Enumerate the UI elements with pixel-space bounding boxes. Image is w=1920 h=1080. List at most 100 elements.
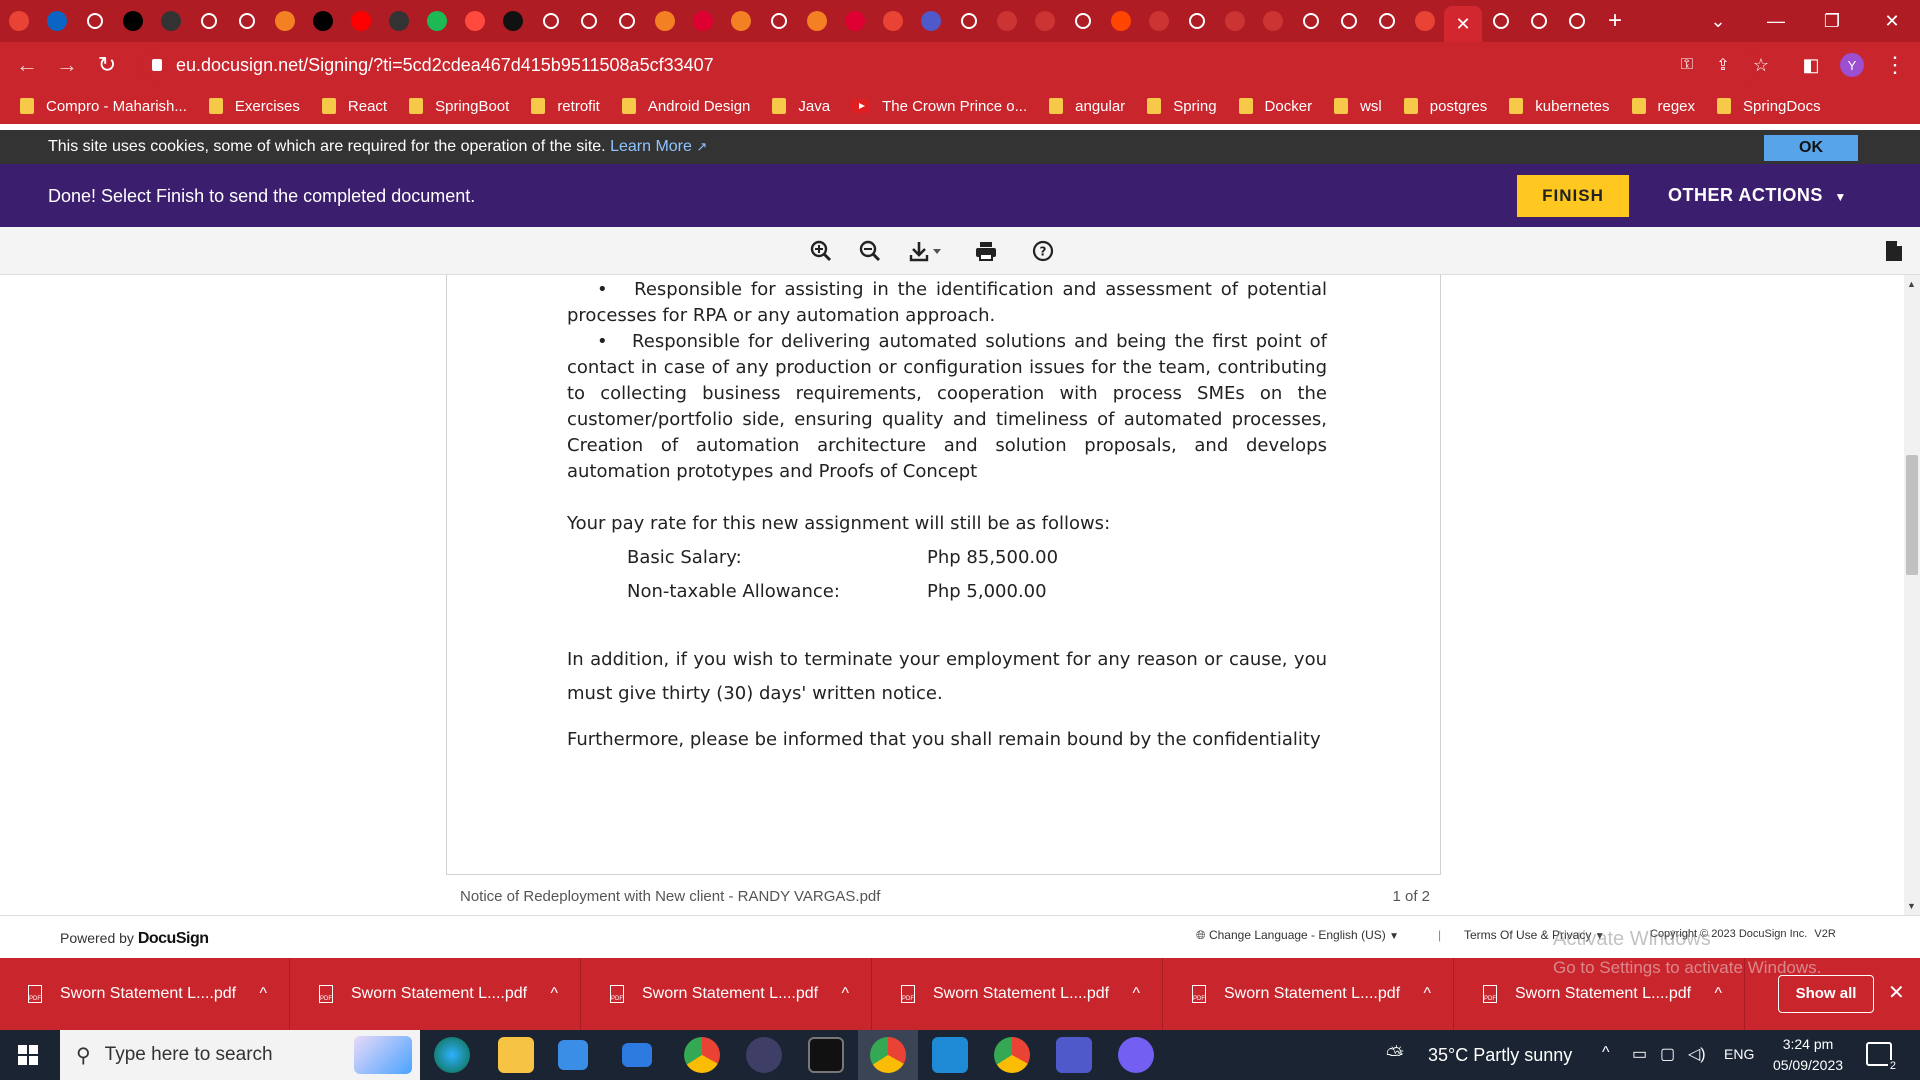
scroll-up-icon[interactable]: ▲ bbox=[1907, 279, 1916, 289]
tab-globe-icon[interactable] bbox=[1368, 0, 1406, 42]
tab-ms-icon[interactable] bbox=[570, 0, 608, 42]
tab-globe-icon[interactable] bbox=[1482, 0, 1520, 42]
bookmark-item[interactable]: wsl bbox=[1334, 98, 1382, 115]
tab-angular-icon[interactable] bbox=[836, 0, 874, 42]
tab-gmail-icon[interactable] bbox=[874, 0, 912, 42]
tab-globe-icon[interactable] bbox=[1520, 0, 1558, 42]
download-options-chevron-icon[interactable]: ^ bbox=[1132, 985, 1140, 1003]
other-actions-menu[interactable]: OTHER ACTIONS ▼ bbox=[1668, 185, 1847, 206]
window-close-icon[interactable]: ✕ bbox=[1864, 0, 1920, 42]
tab-tool-icon[interactable] bbox=[228, 0, 266, 42]
tab-stackoverflow-icon[interactable] bbox=[722, 0, 760, 42]
cookie-ok-button[interactable]: OK bbox=[1764, 135, 1858, 161]
download-options-chevron-icon[interactable]: ^ bbox=[841, 985, 849, 1003]
tab-linkedin-icon[interactable] bbox=[38, 0, 76, 42]
bookmark-item[interactable]: Android Design bbox=[621, 98, 750, 115]
learn-more-link[interactable]: Learn More bbox=[610, 138, 692, 155]
weather-icon[interactable]: ⛅︎ bbox=[1386, 1042, 1404, 1068]
tab-reddit-icon[interactable] bbox=[1102, 0, 1140, 42]
password-key-icon[interactable]: ⚿ bbox=[1672, 50, 1702, 80]
new-tab-plus-icon[interactable]: + bbox=[1596, 0, 1634, 42]
tab-google-icon[interactable] bbox=[190, 0, 228, 42]
terminal-icon[interactable] bbox=[808, 1037, 844, 1073]
download-item[interactable]: PDF Sworn Statement L....pdf ^ bbox=[873, 958, 1163, 1030]
share-icon[interactable]: ⇪ bbox=[1708, 50, 1738, 80]
download-icon[interactable] bbox=[908, 237, 948, 265]
tab-gmail-icon[interactable] bbox=[1406, 0, 1444, 42]
bookmark-item[interactable]: Spring bbox=[1147, 98, 1217, 115]
download-options-chevron-icon[interactable]: ^ bbox=[1423, 985, 1431, 1003]
tray-network-icon[interactable]: ▭ bbox=[1632, 1044, 1647, 1064]
tab-google-icon[interactable] bbox=[950, 0, 988, 42]
teams-icon[interactable] bbox=[1056, 1037, 1092, 1073]
bookmark-star-icon[interactable]: ☆ bbox=[1746, 50, 1776, 80]
language-selector[interactable]: 🌐︎ Change Language - English (US) ▼ bbox=[1196, 928, 1399, 943]
microsoft-store-icon[interactable] bbox=[558, 1040, 588, 1070]
tab-pd-icon[interactable] bbox=[1254, 0, 1292, 42]
tab-scroll-icon[interactable] bbox=[494, 0, 532, 42]
zoom-in-icon[interactable] bbox=[807, 237, 835, 265]
eclipse-icon[interactable] bbox=[746, 1037, 782, 1073]
minimize-icon[interactable]: — bbox=[1748, 0, 1804, 42]
forward-icon[interactable]: → bbox=[52, 50, 82, 80]
download-options-chevron-icon[interactable]: ^ bbox=[259, 985, 267, 1003]
close-downloads-icon[interactable]: ✕ bbox=[1888, 980, 1905, 1005]
clock[interactable]: 3:24 pm 05/09/2023 bbox=[1770, 1034, 1846, 1076]
tab-globe-icon[interactable] bbox=[1292, 0, 1330, 42]
tab-youtube-icon[interactable] bbox=[342, 0, 380, 42]
download-item[interactable]: PDF Sworn Statement L....pdf ^ bbox=[1455, 958, 1745, 1030]
edge-icon[interactable] bbox=[434, 1037, 470, 1073]
chrome-alt-icon[interactable] bbox=[994, 1037, 1030, 1073]
download-options-chevron-icon[interactable]: ^ bbox=[550, 985, 558, 1003]
download-item[interactable]: PDF Sworn Statement L....pdf ^ bbox=[582, 958, 872, 1030]
tab-github-icon[interactable] bbox=[380, 0, 418, 42]
viewer-scrollbar[interactable]: ▲ ▼ bbox=[1904, 275, 1920, 915]
url-input[interactable]: eu.docusign.net/Signing/?ti=5cd2cdea467d… bbox=[140, 48, 1760, 82]
back-icon[interactable]: ← bbox=[12, 50, 42, 80]
bookmark-item[interactable]: angular bbox=[1049, 98, 1125, 115]
tab-s-icon[interactable] bbox=[418, 0, 456, 42]
language-indicator[interactable]: ENG bbox=[1724, 1046, 1754, 1062]
vscode-icon[interactable] bbox=[932, 1037, 968, 1073]
tab-google-icon[interactable] bbox=[76, 0, 114, 42]
tab-medium-icon[interactable] bbox=[304, 0, 342, 42]
notifications-icon[interactable]: 2 bbox=[1866, 1042, 1898, 1072]
chrome-profile-icon[interactable] bbox=[870, 1037, 906, 1073]
chrome-icon[interactable] bbox=[684, 1037, 720, 1073]
tab-stackoverflow-icon[interactable] bbox=[646, 0, 684, 42]
tab-pd-icon[interactable] bbox=[1216, 0, 1254, 42]
taskbar-search-box[interactable]: ⚲ Type here to search bbox=[60, 1030, 420, 1080]
tab-close-icon[interactable]: ✕ bbox=[1444, 6, 1482, 42]
profile-avatar[interactable]: Y bbox=[1840, 53, 1864, 77]
bookmark-item[interactable]: The Crown Prince o... bbox=[852, 98, 1027, 115]
weather-text[interactable]: 35°C Partly sunny bbox=[1428, 1045, 1572, 1066]
reload-icon[interactable]: ↻ bbox=[92, 50, 122, 80]
windows-start-icon[interactable] bbox=[18, 1045, 38, 1065]
menu-kebab-icon[interactable]: ⋮ bbox=[1880, 50, 1910, 80]
tab-search-chevron-icon[interactable]: ⌄ bbox=[1690, 0, 1746, 42]
tab-google-icon[interactable] bbox=[1064, 0, 1102, 42]
bookmark-item[interactable]: React bbox=[321, 98, 387, 115]
show-all-downloads-button[interactable]: Show all bbox=[1778, 975, 1874, 1013]
tab-globe-icon[interactable] bbox=[1178, 0, 1216, 42]
bookmark-item[interactable]: retrofit bbox=[531, 98, 600, 115]
tab-google-icon[interactable] bbox=[608, 0, 646, 42]
zoom-out-icon[interactable] bbox=[856, 237, 884, 265]
tray-display-icon[interactable]: ▢ bbox=[1660, 1044, 1675, 1064]
tab-gmail-icon[interactable] bbox=[0, 0, 38, 42]
tab-github-icon[interactable] bbox=[152, 0, 190, 42]
tab-openai-icon[interactable] bbox=[1330, 0, 1368, 42]
tab-stackoverflow-icon[interactable] bbox=[798, 0, 836, 42]
bookmark-item[interactable]: regex bbox=[1631, 98, 1695, 115]
tab-pd-icon[interactable] bbox=[1140, 0, 1178, 42]
bookmark-item[interactable]: Compro - Maharish... bbox=[20, 98, 187, 115]
side-panel-icon[interactable]: ◧ bbox=[1796, 50, 1826, 80]
download-item[interactable]: PDF Sworn Statement L....pdf ^ bbox=[1164, 958, 1454, 1030]
file-explorer-icon[interactable] bbox=[498, 1037, 534, 1073]
help-icon[interactable]: ? bbox=[1029, 237, 1057, 265]
download-options-chevron-icon[interactable]: ^ bbox=[1714, 985, 1722, 1003]
bookmark-item[interactable]: SpringDocs bbox=[1717, 98, 1821, 115]
tab-tomato-icon[interactable] bbox=[456, 0, 494, 42]
bookmark-item[interactable]: postgres bbox=[1403, 98, 1487, 115]
finish-button[interactable]: FINISH bbox=[1517, 175, 1629, 217]
